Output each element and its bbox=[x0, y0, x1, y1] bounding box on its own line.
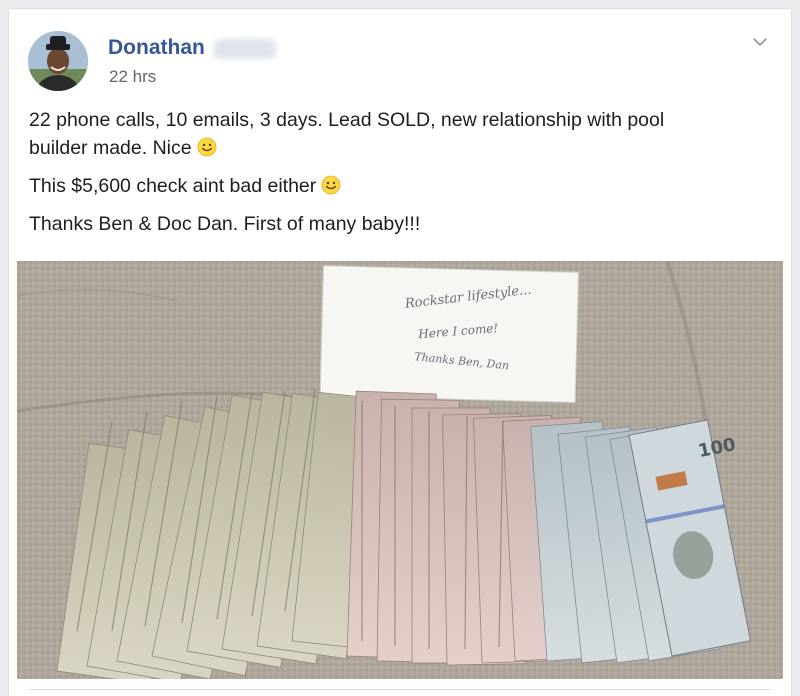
post-paragraph-2-text: This $5,600 check aint bad either bbox=[29, 175, 317, 197]
envelope-note: Rockstar lifestyle... Here I come! Thank… bbox=[319, 265, 579, 403]
photo-cash-and-note: Rockstar lifestyle... Here I come! Thank… bbox=[17, 261, 783, 679]
redacted-surname bbox=[214, 39, 276, 59]
post-paragraph-2: This $5,600 check aint bad either bbox=[29, 172, 769, 200]
author-name[interactable]: Donathan bbox=[108, 36, 205, 60]
smiley-icon bbox=[321, 175, 341, 195]
post-paragraph-1-line-2: builder made. Nice bbox=[29, 137, 192, 159]
post-photo[interactable]: Rockstar lifestyle... Here I come! Thank… bbox=[17, 261, 783, 679]
post-paragraph-3: Thanks Ben & Doc Dan. First of many baby… bbox=[29, 213, 421, 235]
post-paragraph-1-line-1: 22 phone calls, 10 emails, 3 days. Lead … bbox=[29, 109, 665, 131]
chevron-down-icon[interactable] bbox=[751, 33, 769, 51]
bottom-divider bbox=[29, 689, 771, 690]
avatar-image bbox=[28, 31, 88, 91]
post-card: Donathan 22 hrs 22 phone calls, 10 email… bbox=[8, 8, 792, 696]
smiley-icon bbox=[197, 137, 216, 157]
post-paragraph-1: 22 phone calls, 10 emails, 3 days. Lead … bbox=[29, 106, 769, 162]
post-body: 22 phone calls, 10 emails, 3 days. Lead … bbox=[29, 106, 769, 248]
author-avatar[interactable] bbox=[28, 31, 88, 91]
post-timestamp[interactable]: 22 hrs bbox=[109, 67, 156, 87]
